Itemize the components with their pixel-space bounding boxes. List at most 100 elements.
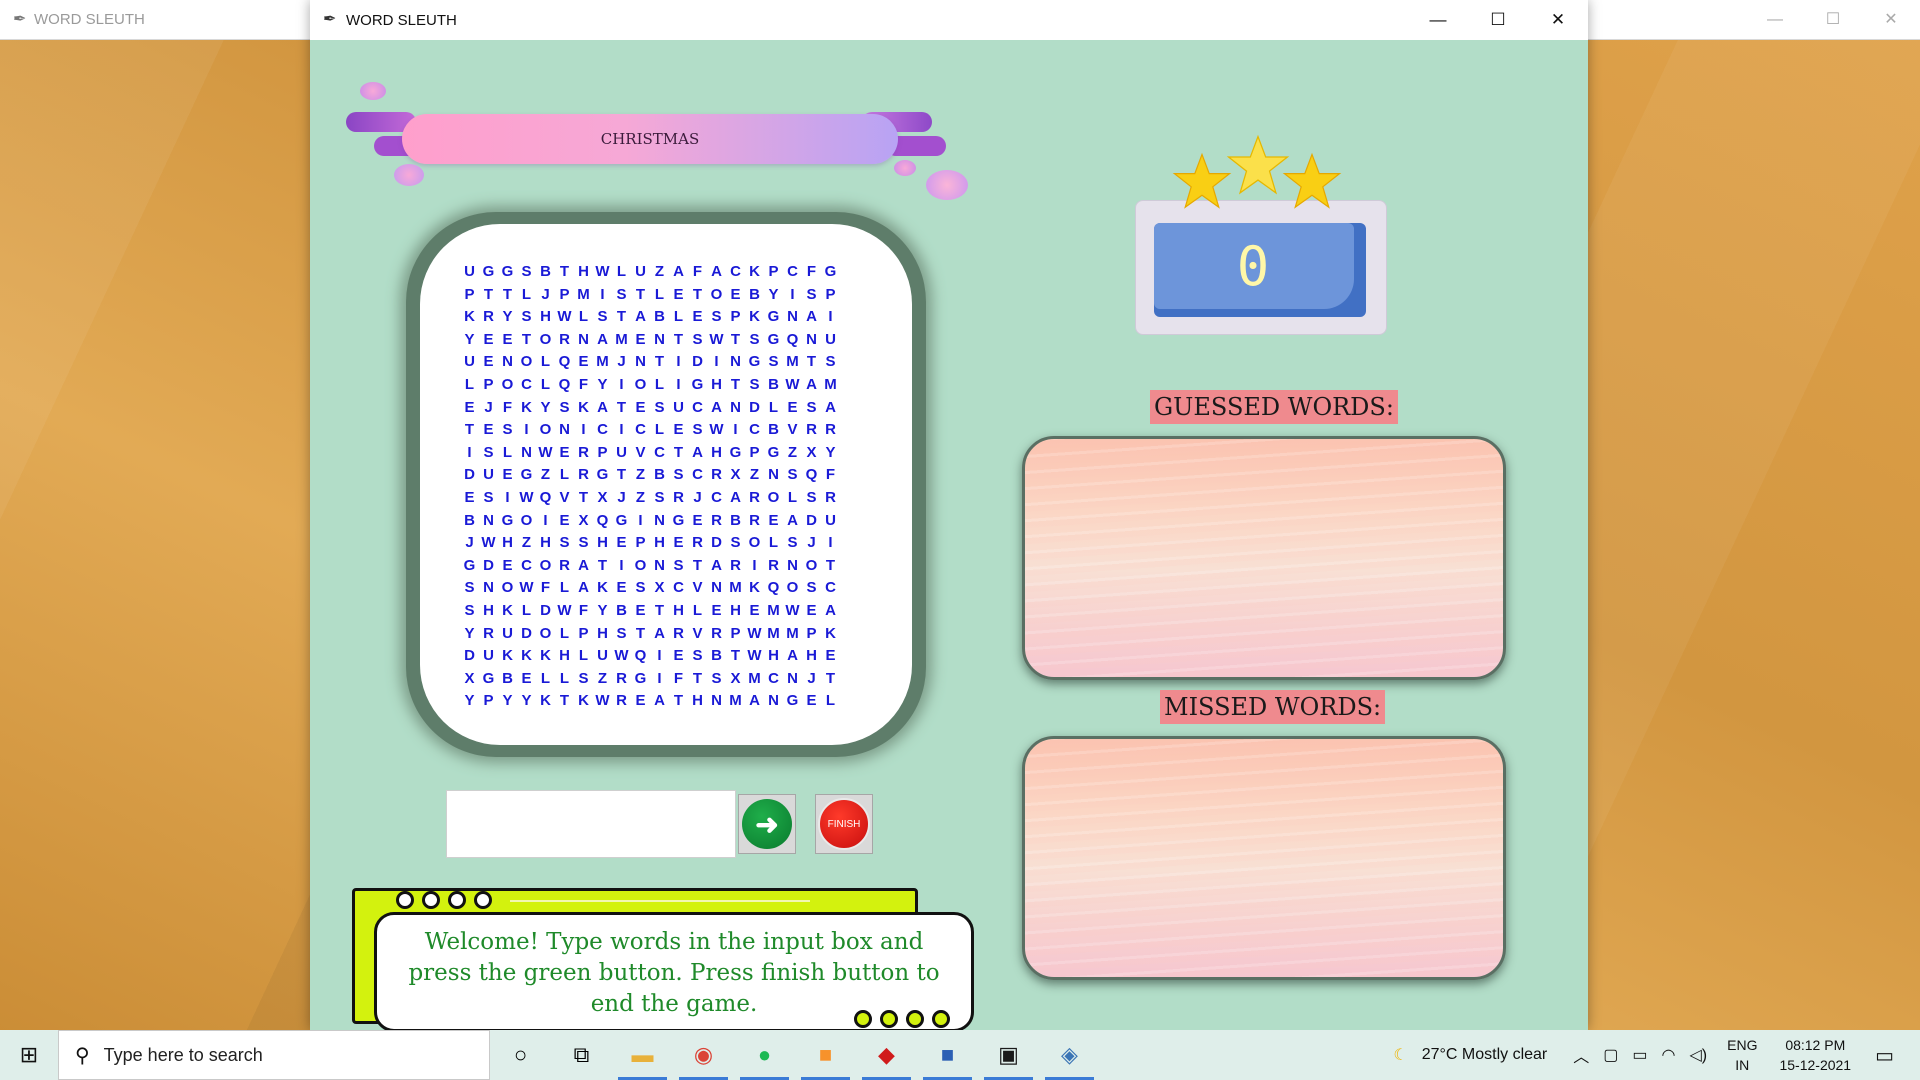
grid-letter: J: [541, 285, 550, 303]
grid-letter: O: [805, 556, 818, 574]
grid-letter: S: [483, 443, 494, 461]
maximize-button[interactable]: ☐: [1468, 0, 1528, 40]
grid-letter: S: [464, 601, 475, 619]
grid-letter: R: [483, 308, 494, 326]
clock[interactable]: 08:12 PM 15-12-2021: [1779, 1035, 1851, 1075]
grid-letter: P: [825, 285, 836, 303]
grid-letter: Z: [635, 466, 646, 484]
grid-letter: H: [540, 308, 551, 326]
grid-letter: H: [559, 647, 570, 665]
grid-letter: G: [482, 669, 495, 687]
grid-letter: L: [616, 263, 627, 280]
grid-letter: S: [616, 624, 627, 642]
grid-letter: Z: [654, 263, 665, 280]
grid-letter: U: [483, 647, 494, 665]
missed-words-panel: [1022, 736, 1506, 980]
submit-button[interactable]: ➜: [738, 794, 796, 854]
grid-letter: E: [616, 534, 627, 552]
grid-letter: P: [730, 308, 741, 326]
grid-letter: Y: [825, 443, 836, 461]
close-button[interactable]: ✕: [1528, 0, 1588, 40]
python-icon[interactable]: ◈: [1039, 1030, 1100, 1080]
wifi-icon[interactable]: ◠: [1662, 1045, 1676, 1065]
word-input[interactable]: [446, 790, 736, 858]
grid-letter: Y: [540, 398, 551, 416]
grid-letter: I: [505, 488, 510, 506]
grid-letter: F: [825, 466, 836, 484]
grid-letter: Q: [596, 511, 609, 529]
windows-start-icon[interactable]: ⊞: [0, 1030, 58, 1080]
grid-letter: R: [578, 443, 589, 461]
grid-letter: G: [615, 511, 628, 529]
notification-icon[interactable]: ▭: [1875, 1043, 1894, 1068]
acrobat-icon[interactable]: ◆: [856, 1030, 917, 1080]
chevron-up-icon[interactable]: ︿: [1573, 1043, 1589, 1067]
grid-letter: B: [540, 263, 551, 280]
search-icon: ⚲: [75, 1044, 90, 1067]
grid-letter: R: [483, 624, 494, 642]
grid-letter: X: [730, 466, 741, 484]
grid-letter: G: [501, 511, 514, 529]
grid-letter: F: [673, 669, 684, 687]
grid-letter: I: [676, 353, 681, 371]
grid-letter: S: [616, 285, 627, 303]
word-search-frame: UGGSBTHWLUZAFACKPCFGPTTLJPMISTLETOEBYISP…: [406, 212, 926, 757]
grid-letter: S: [806, 488, 817, 506]
volume-icon[interactable]: ◁): [1689, 1045, 1707, 1065]
grid-letter: S: [521, 263, 532, 280]
finish-button[interactable]: FINISH: [815, 794, 873, 854]
sublime-text-icon[interactable]: ■: [795, 1030, 856, 1080]
minimize-icon[interactable]: —: [1746, 0, 1804, 40]
language-indicator[interactable]: ENG IN: [1727, 1035, 1757, 1075]
grid-letter: F: [692, 263, 703, 280]
grid-letter: H: [673, 601, 684, 619]
grid-letter: C: [787, 263, 798, 280]
grid-letter: I: [828, 534, 833, 552]
grid-letter: E: [730, 285, 741, 303]
task-view-icon[interactable]: ⧉: [551, 1030, 612, 1080]
grid-letter: S: [654, 398, 665, 416]
battery-icon[interactable]: ▭: [1632, 1045, 1647, 1065]
grid-letter: U: [825, 511, 836, 529]
grid-letter: S: [578, 669, 589, 687]
star-icon: [1172, 152, 1232, 209]
grid-letter: L: [502, 443, 513, 461]
close-icon[interactable]: ✕: [1862, 0, 1920, 40]
grid-letter: C: [635, 421, 646, 439]
meet-now-icon[interactable]: ▢: [1603, 1045, 1618, 1065]
grid-letter: E: [787, 398, 798, 416]
grid-letter: W: [595, 263, 610, 280]
taskbar-search[interactable]: ⚲ Type here to search: [58, 1030, 490, 1080]
grid-letter: F: [578, 375, 589, 393]
grid-letter: I: [657, 647, 662, 665]
grid-letter: G: [634, 669, 647, 687]
maximize-icon[interactable]: ☐: [1804, 0, 1862, 40]
grid-letter: N: [787, 556, 798, 574]
file-explorer-icon[interactable]: ▬: [612, 1030, 673, 1080]
weather-text[interactable]: 27°C Mostly clear: [1422, 1046, 1548, 1064]
chrome-icon[interactable]: ◉: [673, 1030, 734, 1080]
grid-letter: Q: [805, 466, 818, 484]
minimize-button[interactable]: —: [1408, 0, 1468, 40]
grid-letter: I: [619, 375, 624, 393]
grid-letter: M: [615, 330, 628, 348]
grid-letter: K: [502, 601, 513, 619]
grid-letter: N: [711, 579, 722, 597]
grid-letter: T: [673, 443, 684, 461]
grid-letter: N: [806, 330, 817, 348]
window-titlebar[interactable]: ✒ WORD SLEUTH — ☐ ✕: [310, 0, 1588, 40]
grid-letter: L: [654, 285, 665, 303]
word-icon[interactable]: ■: [917, 1030, 978, 1080]
terminal-icon[interactable]: ▣: [978, 1030, 1039, 1080]
grid-letter: H: [502, 534, 513, 552]
grid-letter: G: [786, 692, 799, 710]
window-title: WORD SLEUTH: [346, 12, 457, 29]
spotify-icon[interactable]: ●: [734, 1030, 795, 1080]
grid-letter: A: [787, 511, 798, 529]
grid-letter: J: [807, 669, 816, 687]
grid-letter: Y: [464, 624, 475, 642]
weather-icon[interactable]: ☾: [1393, 1045, 1407, 1065]
grid-letter: N: [635, 353, 646, 371]
cortana-icon[interactable]: ○: [490, 1030, 551, 1080]
grid-letter: A: [654, 692, 665, 710]
